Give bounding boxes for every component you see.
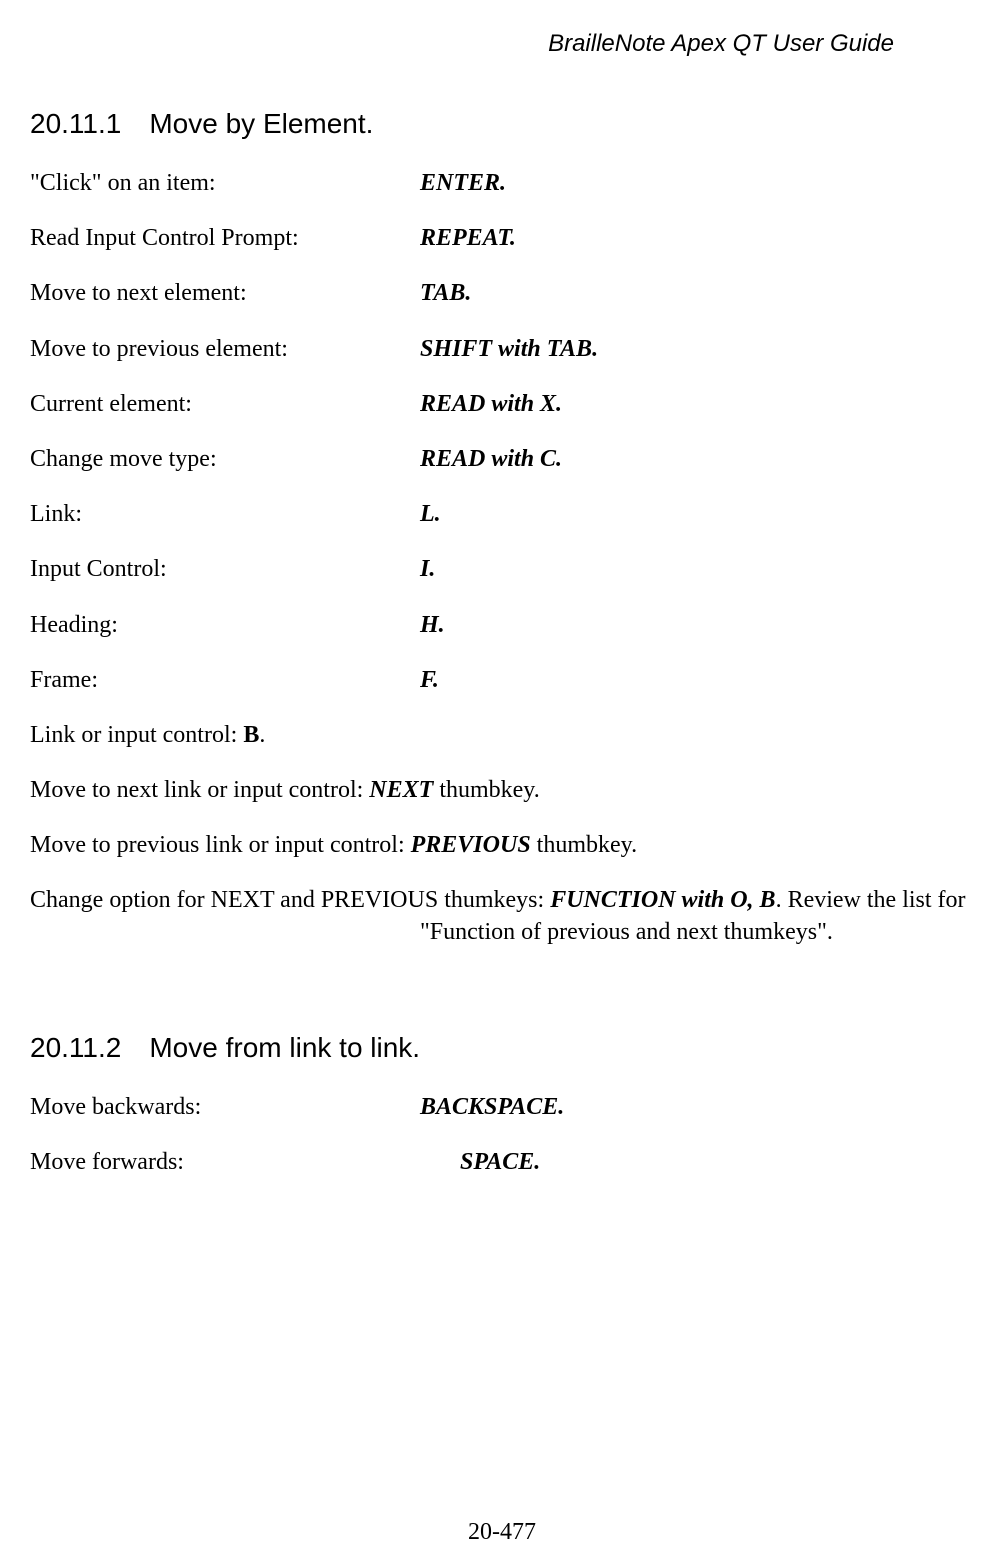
command-value: ENTER. bbox=[420, 168, 506, 199]
command-label: Current element: bbox=[30, 389, 420, 420]
command-row: Move to next element: TAB. bbox=[30, 278, 974, 309]
text: Link or input control: bbox=[30, 722, 243, 748]
command-value: REPEAT. bbox=[420, 223, 516, 254]
command-label: Heading: bbox=[30, 610, 420, 641]
command-row: Input Control: I. bbox=[30, 554, 974, 585]
page-footer: 20-477 bbox=[30, 1519, 974, 1546]
text: Move to previous link or input control: bbox=[30, 832, 411, 858]
command-label: Move to next element: bbox=[30, 278, 420, 309]
section-number: 20.11.2 bbox=[30, 1032, 121, 1063]
wrapped-line: "Function of previous and next thumkeys"… bbox=[30, 917, 974, 948]
command-row: Frame: F. bbox=[30, 665, 974, 696]
command-label: Move to previous element: bbox=[30, 334, 420, 365]
section-number: 20.11.1 bbox=[30, 108, 121, 139]
command-value: TAB. bbox=[420, 278, 471, 309]
command-row: Read Input Control Prompt: REPEAT. bbox=[30, 223, 974, 254]
command-value: READ with C. bbox=[420, 444, 562, 475]
text: Move to next link or input control: bbox=[30, 777, 369, 803]
command-row: Current element: READ with X. bbox=[30, 389, 974, 420]
key-name: FUNCTION with O, B bbox=[550, 887, 775, 913]
section-title: Move from link to link. bbox=[149, 1032, 420, 1063]
text: thumbkey. bbox=[433, 777, 539, 803]
command-value: BACKSPACE. bbox=[420, 1092, 564, 1123]
text: . Review the list for bbox=[776, 887, 966, 913]
command-label: Frame: bbox=[30, 665, 420, 696]
paragraph: Change option for NEXT and PREVIOUS thum… bbox=[30, 885, 974, 947]
section-title: Move by Element. bbox=[149, 108, 373, 139]
key-name: PREVIOUS bbox=[411, 832, 531, 858]
command-row: Move forwards: SPACE. bbox=[30, 1147, 974, 1178]
command-row: Link: L. bbox=[30, 499, 974, 530]
key-name: NEXT bbox=[369, 777, 433, 803]
text: thumbkey. bbox=[531, 832, 637, 858]
command-row: Move to previous element: SHIFT with TAB… bbox=[30, 334, 974, 365]
command-row: "Click" on an item: ENTER. bbox=[30, 168, 974, 199]
paragraph: Move to next link or input control: NEXT… bbox=[30, 775, 974, 806]
command-row: Move backwards: BACKSPACE. bbox=[30, 1092, 974, 1123]
command-value: SPACE. bbox=[420, 1147, 540, 1178]
command-label: Move forwards: bbox=[30, 1147, 420, 1178]
command-label: Link: bbox=[30, 499, 420, 530]
command-value: L. bbox=[420, 499, 441, 530]
command-row: Heading: H. bbox=[30, 610, 974, 641]
text: Change option for NEXT and PREVIOUS thum… bbox=[30, 887, 550, 913]
command-value: H. bbox=[420, 610, 445, 641]
command-label: Change move type: bbox=[30, 444, 420, 475]
section-heading-1: 20.11.1 Move by Element. bbox=[30, 108, 974, 140]
command-value: I. bbox=[420, 554, 435, 585]
command-value: SHIFT with TAB. bbox=[420, 334, 598, 365]
command-label: Input Control: bbox=[30, 554, 420, 585]
command-label: "Click" on an item: bbox=[30, 168, 420, 199]
paragraph: Move to previous link or input control: … bbox=[30, 830, 974, 861]
command-value: READ with X. bbox=[420, 389, 562, 420]
key-name: B bbox=[243, 722, 259, 748]
command-row: Change move type: READ with C. bbox=[30, 444, 974, 475]
command-value: F. bbox=[420, 665, 439, 696]
text: "Function of previous and next thumkeys"… bbox=[420, 919, 833, 945]
command-label: Read Input Control Prompt: bbox=[30, 223, 420, 254]
command-label: Move backwards: bbox=[30, 1092, 420, 1123]
paragraph: Link or input control: B. bbox=[30, 720, 974, 751]
section-heading-2: 20.11.2 Move from link to link. bbox=[30, 1032, 974, 1064]
running-header: BrailleNote Apex QT User Guide bbox=[30, 30, 974, 58]
text: . bbox=[259, 722, 265, 748]
